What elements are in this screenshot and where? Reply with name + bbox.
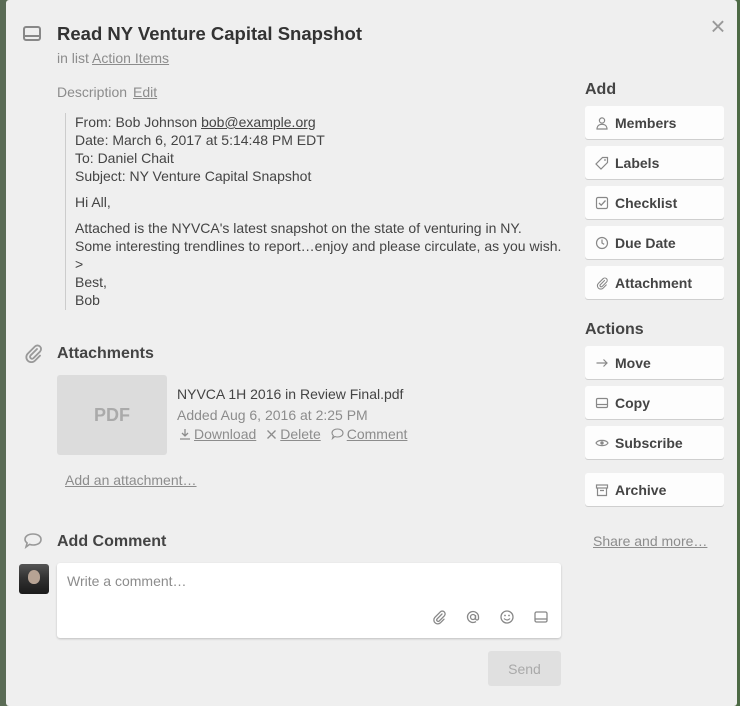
- list-link[interactable]: Action Items: [92, 50, 169, 66]
- attachment-button[interactable]: Attachment: [585, 266, 724, 299]
- attachments-heading: Attachments: [57, 345, 154, 362]
- card-title[interactable]: Read NY Venture Capital Snapshot: [57, 23, 362, 45]
- speech-bubble-icon: [24, 533, 42, 549]
- description-quote: From: Bob Johnson bob@example.org Date: …: [65, 113, 570, 310]
- email-date: Date: March 6, 2017 at 5:14:48 PM EDT: [75, 132, 325, 148]
- attachment-actions: Download Delete Comment: [179, 426, 407, 442]
- checkbox-icon: [595, 196, 609, 209]
- download-icon: [180, 429, 190, 440]
- paperclip-icon[interactable]: [431, 609, 447, 625]
- paperclip-icon: [25, 344, 42, 363]
- labels-button[interactable]: Labels: [585, 146, 724, 179]
- description-label: Description: [57, 84, 128, 100]
- move-button[interactable]: Move: [585, 346, 724, 379]
- add-attachment-link[interactable]: Add an attachment…: [65, 472, 197, 488]
- comment-box: [57, 563, 561, 638]
- attachment-added-date: Added Aug 6, 2016 at 2:25 PM: [177, 407, 368, 423]
- email-to: To: Daniel Chait: [75, 150, 174, 166]
- email-signature: Bob: [75, 292, 100, 308]
- close-icon[interactable]: ×: [706, 13, 730, 39]
- email-body-line-1: Attached is the NYVCA's latest snapshot …: [75, 220, 522, 236]
- members-button[interactable]: Members: [585, 106, 724, 139]
- card-icon: [595, 397, 609, 408]
- at-sign-icon[interactable]: [465, 609, 481, 625]
- speech-bubble-icon: [331, 428, 344, 440]
- attachment-thumbnail[interactable]: PDF: [57, 375, 167, 455]
- tag-icon: [595, 156, 609, 170]
- email-quote-marker: >: [75, 256, 84, 272]
- share-and-more-link[interactable]: Share and more…: [593, 533, 707, 549]
- checklist-button[interactable]: Checklist: [585, 186, 724, 219]
- add-heading: Add: [585, 81, 617, 98]
- add-comment-heading: Add Comment: [57, 533, 167, 550]
- eye-icon: [595, 439, 609, 446]
- edit-description-link[interactable]: Edit: [133, 84, 157, 100]
- list-reference: in list Action Items: [57, 50, 169, 66]
- in-list-prefix: in list: [57, 50, 89, 66]
- card-icon[interactable]: [533, 609, 549, 625]
- comment-link[interactable]: Comment: [331, 426, 407, 442]
- description-header: Description Edit: [57, 84, 157, 100]
- x-icon: [267, 429, 277, 439]
- archive-button[interactable]: Archive: [585, 473, 724, 506]
- email-from: From: Bob Johnson bob@example.org: [75, 114, 316, 130]
- smiley-icon[interactable]: [499, 609, 515, 625]
- send-button[interactable]: Send: [488, 651, 561, 686]
- attachment-name[interactable]: NYVCA 1H 2016 in Review Final.pdf: [177, 386, 403, 402]
- avatar: [19, 564, 49, 594]
- person-icon: [596, 116, 608, 130]
- from-email-link[interactable]: bob@example.org: [201, 114, 316, 130]
- archive-icon: [595, 483, 609, 496]
- actions-heading: Actions: [585, 321, 644, 338]
- comment-input[interactable]: [67, 571, 547, 591]
- download-link[interactable]: Download: [179, 426, 256, 442]
- paperclip-icon: [596, 277, 608, 290]
- due-date-button[interactable]: Due Date: [585, 226, 724, 259]
- delete-link[interactable]: Delete: [266, 426, 321, 442]
- email-greeting: Hi All,: [75, 194, 111, 210]
- arrow-right-icon: [596, 358, 608, 367]
- card-icon: [23, 26, 41, 41]
- copy-button[interactable]: Copy: [585, 386, 724, 419]
- email-body-line-2: Some interesting trendlines to report…en…: [75, 238, 562, 254]
- email-subject: Subject: NY Venture Capital Snapshot: [75, 168, 312, 184]
- clock-icon: [595, 236, 609, 249]
- email-signoff: Best,: [75, 274, 107, 290]
- card-detail-modal: Read NY Venture Capital Snapshot × in li…: [6, 0, 737, 706]
- subscribe-button[interactable]: Subscribe: [585, 426, 724, 459]
